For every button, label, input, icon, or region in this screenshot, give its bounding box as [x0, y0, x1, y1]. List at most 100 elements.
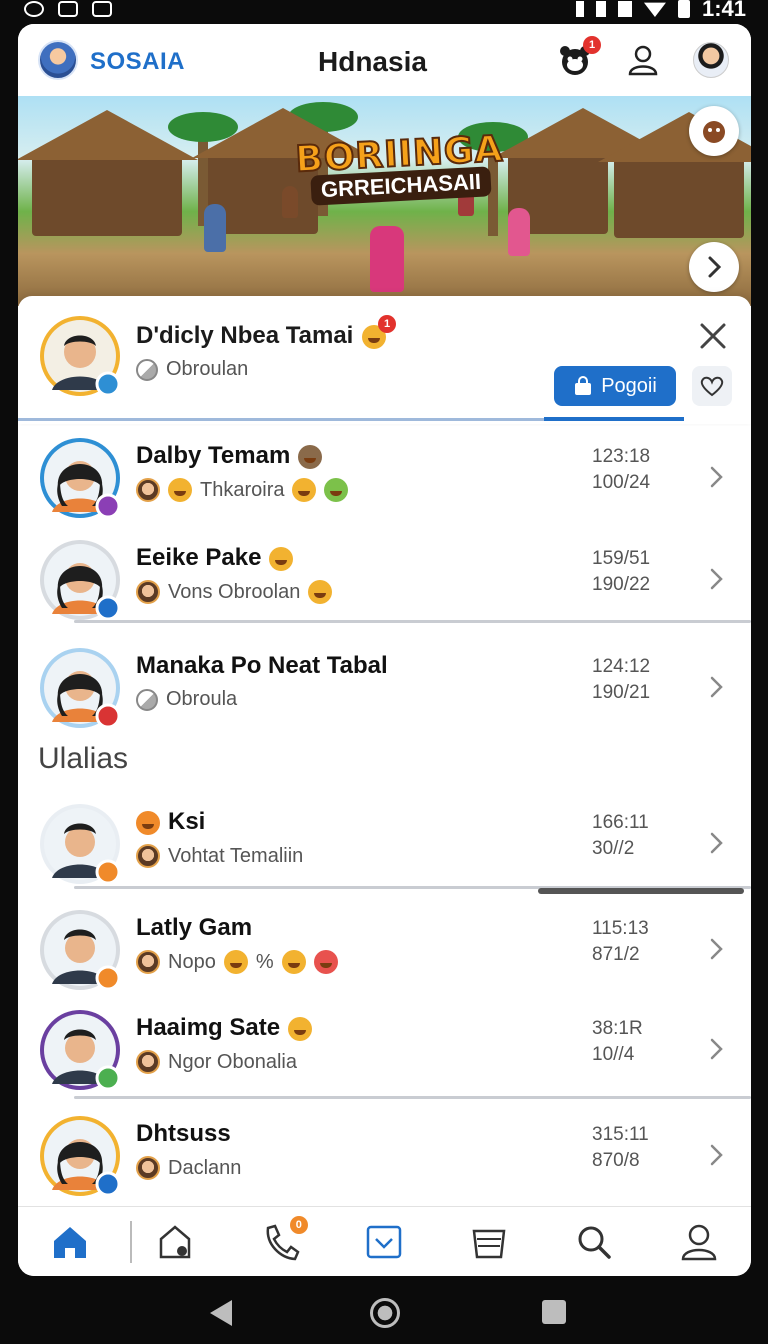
- profile-button[interactable]: [623, 40, 663, 80]
- smile-emoji-icon: [288, 1016, 313, 1041]
- emoji-icon: [313, 950, 338, 974]
- emoji-icon: [308, 580, 333, 604]
- contact-name: Dhtsuss: [136, 1120, 231, 1147]
- list-item[interactable]: Manaka Po Neat Tabal Obroula 124:12 190/21: [18, 636, 751, 740]
- banner-next-button[interactable]: [689, 242, 739, 292]
- favorite-button[interactable]: [692, 366, 732, 406]
- emoji-icon: [324, 478, 349, 502]
- emoji-icon: [168, 478, 192, 502]
- woman-avatar-icon: [40, 540, 121, 621]
- contact-status: Nopo%: [136, 950, 338, 974]
- mini-avatar-icon: [136, 950, 160, 974]
- promo-banner[interactable]: BORIINGA GRREICHASAII: [18, 96, 751, 306]
- account-avatar: [693, 42, 729, 78]
- signal-icon: [617, 1, 632, 17]
- contact-name: Haaimg Sate: [136, 1014, 313, 1042]
- bluetooth-icon: [575, 1, 584, 17]
- nav-store[interactable]: [465, 1218, 513, 1266]
- creature-icon: [703, 121, 725, 143]
- featured-badge: 1: [378, 314, 397, 333]
- emoji-icon: [292, 478, 317, 502]
- date-text: 871/2: [592, 944, 640, 965]
- timestamp: 124:12 190/21: [592, 654, 650, 706]
- basket-icon: [472, 1229, 506, 1258]
- nav-home[interactable]: [46, 1218, 94, 1266]
- featured-status-text: Obroulan: [166, 358, 249, 380]
- nav-calls[interactable]: 0: [256, 1215, 308, 1266]
- contact-name: Latly Gam: [136, 914, 253, 941]
- nav-search[interactable]: [570, 1218, 618, 1266]
- list-item[interactable]: Latly Gam Nopo% 115:13 871/2: [18, 898, 751, 1002]
- nav-inbox[interactable]: [360, 1218, 408, 1266]
- emoji-icon: [281, 950, 306, 974]
- top-actions: 1: [555, 36, 731, 80]
- list-item[interactable]: Eeike Pake Vons Obroolan 159/51 190/22: [18, 528, 751, 632]
- status-time: 1:41: [701, 0, 746, 21]
- list-item[interactable]: Haaimg Sate Ngor Obonalia 38:1R 10//4: [18, 998, 751, 1102]
- fire-emoji-icon: [136, 810, 160, 835]
- timestamp: 159/51 190/22: [592, 546, 650, 598]
- man-avatar-icon: [40, 910, 121, 991]
- chevron-right-icon: [710, 1038, 723, 1060]
- app-logo-avatar[interactable]: [38, 40, 78, 80]
- time-text: 38:1R: [592, 1018, 643, 1039]
- user-icon: [681, 1224, 716, 1260]
- chevron-right-icon: [710, 568, 723, 590]
- section-title: Ulalias: [38, 742, 129, 775]
- timestamp: 123:18 100/24: [592, 444, 650, 496]
- battery-icon: [677, 0, 690, 18]
- winking-emoji-icon: [269, 546, 294, 571]
- banner-character: [204, 204, 226, 252]
- mini-avatar-icon: [136, 1050, 160, 1074]
- chevron-right-icon: [710, 1144, 723, 1166]
- nav-house[interactable]: [151, 1218, 199, 1266]
- nav-profile[interactable]: [675, 1218, 723, 1266]
- contact-status: Thkaroira: [136, 478, 349, 502]
- featured-chat-card[interactable]: D'dicly Nbea Tamai 1 Obroulan Pogoii: [18, 296, 751, 424]
- list-item[interactable]: Ksi Vohtat Temaliin 166:11 30//2: [18, 792, 751, 896]
- man-avatar-icon: [40, 804, 121, 885]
- extra-symbol: %: [255, 950, 274, 973]
- avatar: [38, 646, 122, 730]
- banner-game-badge[interactable]: [689, 106, 739, 156]
- avatar: [38, 1114, 122, 1198]
- notification-badge: 1: [583, 36, 601, 54]
- account-avatar-button[interactable]: [691, 40, 731, 80]
- banner-character: [282, 186, 298, 218]
- pogoii-button[interactable]: Pogoii: [554, 366, 676, 406]
- time-text: 315:11: [592, 1124, 649, 1145]
- bottom-nav: 0: [18, 1206, 751, 1276]
- chevron-right-icon: [710, 938, 723, 960]
- contact-status-text: Thkaroira: [200, 478, 285, 501]
- user-icon: [628, 45, 658, 76]
- date-text: 30//2: [592, 838, 635, 859]
- avatar: [38, 802, 122, 886]
- tab-indicator-active: [544, 417, 684, 421]
- date-text: 10//4: [592, 1044, 635, 1065]
- timestamp: 38:1R 10//4: [592, 1016, 643, 1068]
- mascot-notifications-button[interactable]: 1: [555, 36, 601, 80]
- time-text: 124:12: [592, 656, 651, 677]
- bird-emoji-icon: [298, 444, 323, 469]
- contact-status: Obroula: [136, 688, 237, 711]
- top-bar: SOSAIA Hdnasia 1: [18, 24, 751, 96]
- back-button[interactable]: [210, 1300, 232, 1326]
- scrollbar[interactable]: [538, 888, 744, 894]
- featured-name: D'dicly Nbea Tamai 1: [136, 314, 397, 350]
- list-item[interactable]: Dalby Temam Thkaroira 123:18 100/24: [18, 426, 751, 530]
- contact-status-text: Ngor Obonalia: [168, 1050, 297, 1073]
- avatar: [38, 436, 122, 520]
- contact-name: Manaka Po Neat Tabal: [136, 652, 388, 679]
- wifi-icon: [643, 2, 666, 17]
- list-item[interactable]: Dhtsuss Daclann 315:11 870/8: [18, 1104, 751, 1208]
- featured-status: Obroulan: [136, 358, 248, 381]
- bag-icon: [575, 376, 592, 395]
- recents-button[interactable]: [542, 1300, 566, 1324]
- app-notification-icon: [92, 1, 112, 17]
- home-button[interactable]: [370, 1298, 400, 1328]
- date-text: 100/24: [592, 472, 651, 493]
- close-button[interactable]: [697, 320, 729, 352]
- avatar: [38, 1008, 122, 1092]
- time-text: 123:18: [592, 446, 651, 467]
- close-icon: [700, 323, 726, 349]
